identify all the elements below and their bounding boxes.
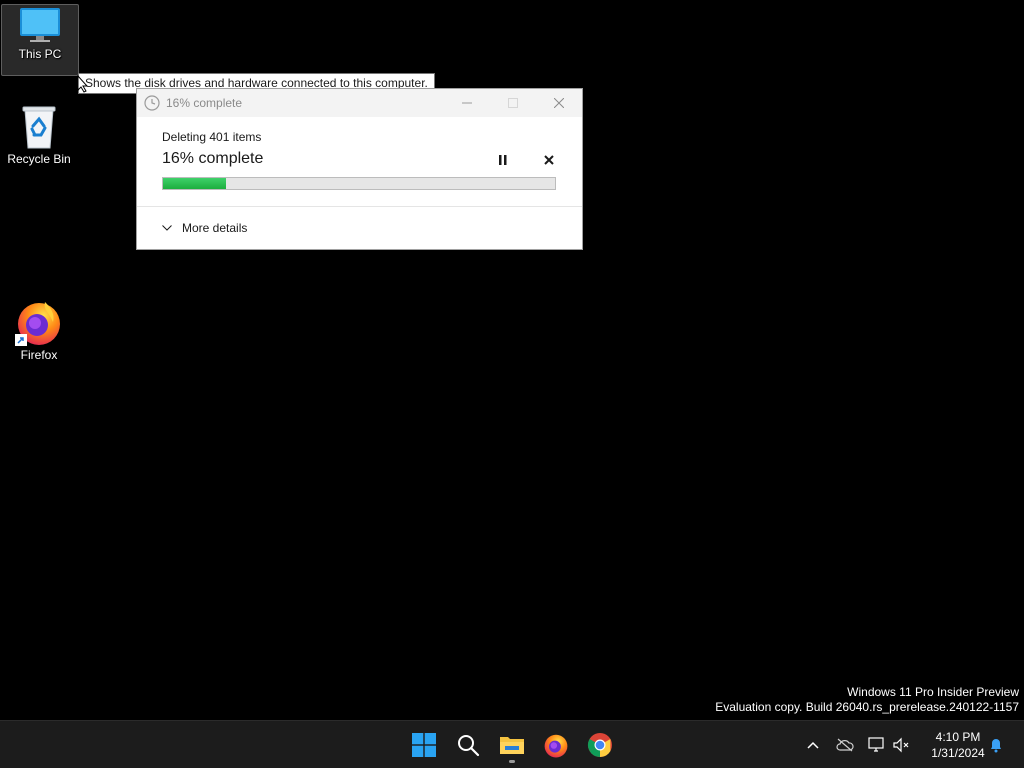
minimize-icon [462,102,472,104]
progress-bar [162,177,556,190]
more-details-toggle[interactable]: More details [162,221,247,235]
running-indicator [509,760,515,763]
watermark-line-1: Windows 11 Pro Insider Preview [847,685,1019,699]
chrome-icon [587,733,612,757]
file-explorer-icon [500,737,524,754]
progress-bar-fill [163,178,226,189]
monitor-icon [20,8,60,42]
mouse-cursor-icon [77,75,89,93]
dialog-title: 16% complete [166,96,243,110]
volume-muted-icon [893,737,909,753]
desktop-icon-label: This PC [18,47,62,61]
maximize-button[interactable] [490,89,536,117]
taskbar-firefox[interactable] [536,725,576,765]
percent-complete: 16% complete [162,150,264,167]
taskbar-file-explorer[interactable] [492,725,532,765]
desktop-icon-recycle-bin[interactable]: Recycle Bin [1,104,77,174]
desktop-icon-this-pc[interactable]: This PC [1,4,79,76]
desktop-icon-label: Firefox [20,348,58,362]
network-icon [868,737,884,752]
firefox-icon [544,734,568,758]
close-icon [554,98,564,108]
start-icon [412,733,436,757]
operation-text: Deleting 401 items [162,130,262,144]
pause-button[interactable] [492,151,514,169]
maximize-icon [508,98,518,108]
network-tray[interactable] [865,733,889,757]
search-button[interactable] [448,725,488,765]
clock-icon [144,95,160,111]
dialog-titlebar[interactable]: 16% complete [137,89,582,117]
close-icon [544,155,554,165]
pause-icon [499,155,507,165]
start-button[interactable] [404,725,444,765]
desktop-icon-firefox[interactable]: Firefox [1,298,77,368]
recycle-bin-icon [22,106,56,149]
volume-tray[interactable] [889,733,913,757]
minimize-button[interactable] [444,89,490,117]
windows-watermark: Windows 11 Pro Insider Preview Evaluatio… [715,685,1019,715]
more-details-label: More details [182,221,248,235]
taskbar: 4:10 PM 1/31/2024 [0,720,1024,768]
onedrive-offline-icon [836,738,854,752]
search-icon [458,735,480,757]
desktop-icon-label: Recycle Bin [7,152,71,166]
delete-progress-dialog: 16% complete Deleting 401 items 16% comp… [136,88,583,250]
notification-bell-icon [991,739,1001,753]
taskbar-chrome[interactable] [580,725,620,765]
notifications-button[interactable] [984,733,1008,757]
cancel-operation-button[interactable] [538,151,560,169]
divider [137,206,582,207]
onedrive-tray[interactable] [833,733,857,757]
show-hidden-icons-button[interactable] [801,733,825,757]
chevron-down-icon [162,225,172,231]
close-button[interactable] [536,89,582,117]
watermark-line-2: Evaluation copy. Build 26040.rs_prerelea… [715,700,1019,714]
chevron-up-icon [807,741,819,749]
shortcut-arrow-icon [15,334,27,346]
